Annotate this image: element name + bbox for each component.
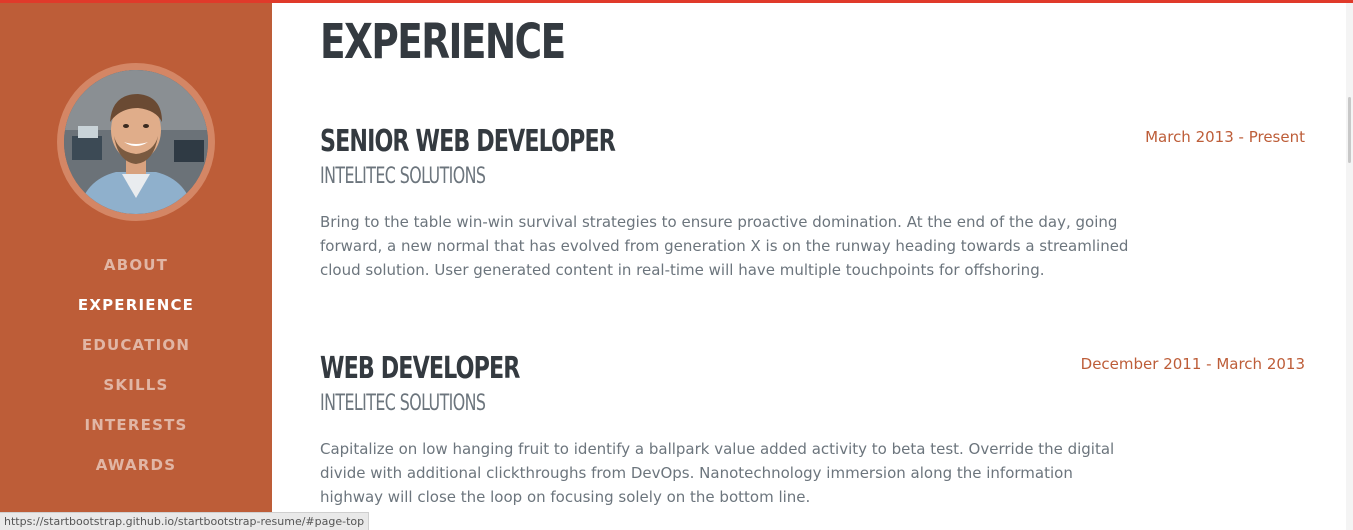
scrollbar-thumb[interactable] <box>1348 97 1351 163</box>
profile-photo-icon <box>64 70 208 214</box>
top-accent-bar <box>0 0 1353 3</box>
link-status-bar: https://startbootstrap.github.io/startbo… <box>0 512 370 530</box>
nav-item-awards: AWARDS <box>0 445 272 485</box>
sidebar: ABOUT EXPERIENCE EDUCATION SKILLS INTERE… <box>0 0 272 530</box>
job-entry: SENIOR WEB DEVELOPER INTELITEC SOLUTIONS… <box>320 124 1305 294</box>
job-title: SENIOR WEB DEVELOPER <box>320 124 616 159</box>
avatar-ring[interactable] <box>57 63 215 221</box>
nav-link-experience[interactable]: EXPERIENCE <box>78 296 194 314</box>
nav-item-experience: EXPERIENCE <box>0 285 272 325</box>
experience-section: EXPERIENCE SENIOR WEB DEVELOPER INTELITE… <box>320 0 1310 530</box>
job-company: INTELITEC SOLUTIONS <box>320 391 486 416</box>
nav-link-about[interactable]: ABOUT <box>104 256 168 274</box>
nav-item-about: ABOUT <box>0 245 272 285</box>
nav-link-interests[interactable]: INTERESTS <box>84 416 187 434</box>
nav-link-skills[interactable]: SKILLS <box>103 376 168 394</box>
page-scrollbar[interactable] <box>1346 3 1353 530</box>
job-company: INTELITEC SOLUTIONS <box>320 164 486 189</box>
job-title: WEB DEVELOPER <box>320 351 520 386</box>
job-entry: WEB DEVELOPER INTELITEC SOLUTIONS Decemb… <box>320 351 1305 521</box>
job-date: December 2011 - March 2013 <box>1080 355 1305 373</box>
section-title: EXPERIENCE <box>320 14 566 70</box>
avatar <box>64 70 208 214</box>
sidebar-nav: ABOUT EXPERIENCE EDUCATION SKILLS INTERE… <box>0 245 272 485</box>
nav-link-education[interactable]: EDUCATION <box>82 336 190 354</box>
job-description: Bring to the table win-win survival stra… <box>320 213 1129 279</box>
nav-item-skills: SKILLS <box>0 365 272 405</box>
nav-item-interests: INTERESTS <box>0 405 272 445</box>
nav-link-awards[interactable]: AWARDS <box>96 456 176 474</box>
nav-item-education: EDUCATION <box>0 325 272 365</box>
job-description: Capitalize on low hanging fruit to ident… <box>320 440 1115 506</box>
job-date: March 2013 - Present <box>1145 128 1305 146</box>
